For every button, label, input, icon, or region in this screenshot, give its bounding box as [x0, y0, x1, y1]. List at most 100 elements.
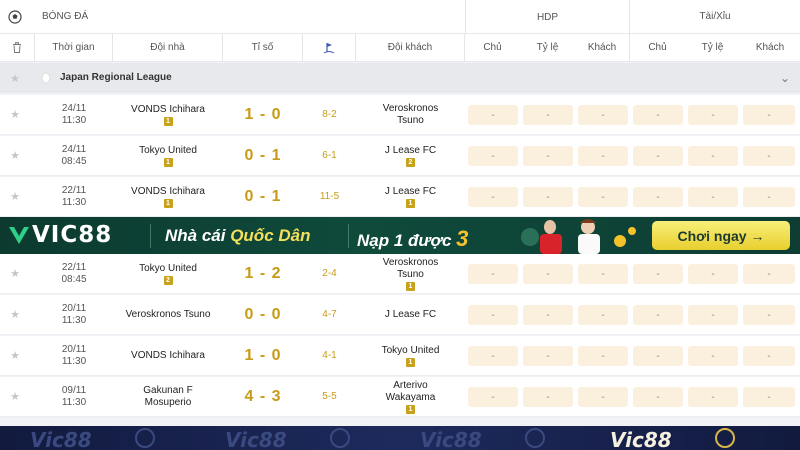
odds-cell[interactable]: - — [688, 264, 738, 284]
odds-cell[interactable]: - — [688, 387, 738, 407]
star-icon[interactable]: ★ — [0, 177, 30, 216]
home-team[interactable]: Veroskronos Tsuno — [113, 295, 223, 334]
away-team[interactable]: J Lease FC 1 — [356, 177, 465, 216]
home-team[interactable]: Gakunan F Mosuperio — [113, 377, 223, 416]
odds-cell[interactable]: - — [523, 146, 573, 166]
play-now-button[interactable]: Chơi ngay → — [652, 221, 790, 250]
odds-cell[interactable]: - — [743, 105, 795, 125]
match-score[interactable]: 0 - 1 — [223, 136, 303, 175]
home-team[interactable]: VONDS Ichihara 1 — [113, 177, 223, 216]
odds-cell[interactable]: - — [688, 305, 738, 325]
match-row[interactable]: ★ 22/11 08:45 Tokyo United 2 1 - 2 2-4 Veroskro… — [0, 254, 800, 294]
home-team[interactable]: Tokyo United 2 — [113, 254, 223, 293]
odds-cell[interactable]: - — [633, 146, 683, 166]
odds-cell[interactable]: - — [688, 146, 738, 166]
match-score[interactable]: 1 - 0 — [223, 95, 303, 134]
match-score[interactable]: 4 - 3 — [223, 377, 303, 416]
odds-cell[interactable]: - — [523, 305, 573, 325]
odds-cell[interactable]: - — [468, 346, 518, 366]
odds-cell[interactable]: - — [688, 105, 738, 125]
trash-icon[interactable] — [0, 34, 35, 61]
odds-cell[interactable]: - — [743, 146, 795, 166]
odds-cell[interactable]: - — [633, 187, 683, 207]
away-card-badge: 1 — [406, 404, 415, 414]
hdp-group-label: HDP — [465, 0, 630, 34]
odds-cell[interactable]: - — [468, 387, 518, 407]
match-score[interactable]: 0 - 0 — [223, 295, 303, 334]
col-away[interactable]: Đội khách — [356, 34, 465, 61]
star-icon[interactable]: ★ — [0, 377, 30, 416]
vic88-bottom-banner[interactable]: Vic88 Vic88 Vic88 Vic88 — [0, 426, 800, 450]
star-icon[interactable]: ★ — [0, 336, 30, 375]
odds-cell[interactable]: - — [468, 105, 518, 125]
odds-cell[interactable]: - — [468, 146, 518, 166]
odds-cell[interactable]: - — [743, 264, 795, 284]
odds-cell[interactable]: - — [468, 264, 518, 284]
vic88-promo-banner[interactable]: VIC88 Nhà cái Quốc Dân Nạp 1 được 3 Chơi… — [0, 217, 800, 254]
odds-cell[interactable]: - — [523, 187, 573, 207]
match-row[interactable]: ★ 09/11 11:30 Gakunan F Mosuperio 4 - 3 5-5 Ar… — [0, 377, 800, 417]
soccer-ball-icon[interactable] — [0, 0, 30, 33]
odds-cell[interactable]: - — [578, 146, 628, 166]
table-header-top: BÓNG ĐÁ HDP Tài/Xỉu — [0, 0, 800, 34]
odds-cell[interactable]: - — [523, 346, 573, 366]
star-icon[interactable]: ★ — [0, 254, 30, 293]
odds-cell[interactable]: - — [578, 346, 628, 366]
odds-cell[interactable]: - — [578, 105, 628, 125]
star-icon[interactable]: ★ — [0, 95, 30, 134]
odds-cell[interactable]: - — [633, 346, 683, 366]
world-cup-emblem-icon — [525, 428, 545, 448]
chevron-down-icon[interactable]: ⌄ — [770, 63, 800, 93]
odds-cell[interactable]: - — [743, 387, 795, 407]
match-score[interactable]: 1 - 0 — [223, 336, 303, 375]
match-row[interactable]: ★ 20/11 11:30 VONDS Ichihara 1 - 0 4-1 Tokyo U… — [0, 336, 800, 376]
col-hdp-ratio: Tỷ lệ — [536, 42, 559, 53]
odds-cell[interactable]: - — [743, 305, 795, 325]
match-row[interactable]: ★ 20/11 11:30 Veroskronos Tsuno 0 - 0 4-7 J Le… — [0, 295, 800, 335]
odds-cell[interactable]: - — [633, 387, 683, 407]
away-team[interactable]: J Lease FC — [356, 295, 465, 334]
world-cup-emblem-icon — [330, 428, 350, 448]
league-row[interactable]: ★ Japan Regional League ⌄ — [0, 63, 800, 93]
col-score[interactable]: Tỉ số — [223, 34, 303, 61]
odds-cell[interactable]: - — [633, 305, 683, 325]
odds-cell[interactable]: - — [578, 387, 628, 407]
home-team[interactable]: VONDS Ichihara — [113, 336, 223, 375]
col-time[interactable]: Thời gian — [35, 34, 113, 61]
away-team[interactable]: Arterivo Wakayama 1 — [356, 377, 465, 416]
away-team[interactable]: Veroskronos Tsuno — [356, 95, 465, 134]
corner-count: 6-1 — [322, 150, 337, 161]
odds-cell[interactable]: - — [743, 346, 795, 366]
match-score[interactable]: 0 - 1 — [223, 177, 303, 216]
home-team[interactable]: VONDS Ichihara 1 — [113, 95, 223, 134]
match-score[interactable]: 1 - 2 — [223, 254, 303, 293]
away-team[interactable]: J Lease FC 2 — [356, 136, 465, 175]
away-team[interactable]: Veroskronos Tsuno 1 — [356, 254, 465, 293]
home-team[interactable]: Tokyo United 1 — [113, 136, 223, 175]
away-team[interactable]: Tokyo United 1 — [356, 336, 465, 375]
odds-cell[interactable]: - — [578, 187, 628, 207]
odds-cell[interactable]: - — [688, 187, 738, 207]
odds-cell[interactable]: - — [523, 387, 573, 407]
odds-cell[interactable]: - — [633, 264, 683, 284]
odds-cell[interactable]: - — [578, 305, 628, 325]
odds-cell[interactable]: - — [523, 264, 573, 284]
star-icon[interactable]: ★ — [0, 295, 30, 334]
odds-cell[interactable]: - — [743, 187, 795, 207]
match-row[interactable]: ★ 24/11 08:45 Tokyo United 1 0 - 1 6-1 J Lease … — [0, 136, 800, 176]
odds-cell[interactable]: - — [468, 187, 518, 207]
match-date: 20/11 — [61, 343, 87, 355]
star-icon[interactable]: ★ — [0, 63, 30, 93]
match-row[interactable]: ★ 22/11 11:30 VONDS Ichihara 1 0 - 1 11-5 J Lea… — [0, 177, 800, 217]
home-team-name: Veroskronos Tsuno — [125, 308, 211, 320]
odds-cell[interactable]: - — [578, 264, 628, 284]
odds-cell[interactable]: - — [633, 105, 683, 125]
odds-cell[interactable]: - — [688, 346, 738, 366]
odds-cell[interactable]: - — [468, 305, 518, 325]
world-cup-emblem-icon — [135, 428, 155, 448]
match-row[interactable]: ★ 24/11 11:30 VONDS Ichihara 1 1 - 0 8-2 Verosk… — [0, 95, 800, 135]
vic88-watermark-logo: Vic88 — [225, 428, 287, 450]
star-icon[interactable]: ★ — [0, 136, 30, 175]
odds-cell[interactable]: - — [523, 105, 573, 125]
col-home[interactable]: Đội nhà — [113, 34, 223, 61]
